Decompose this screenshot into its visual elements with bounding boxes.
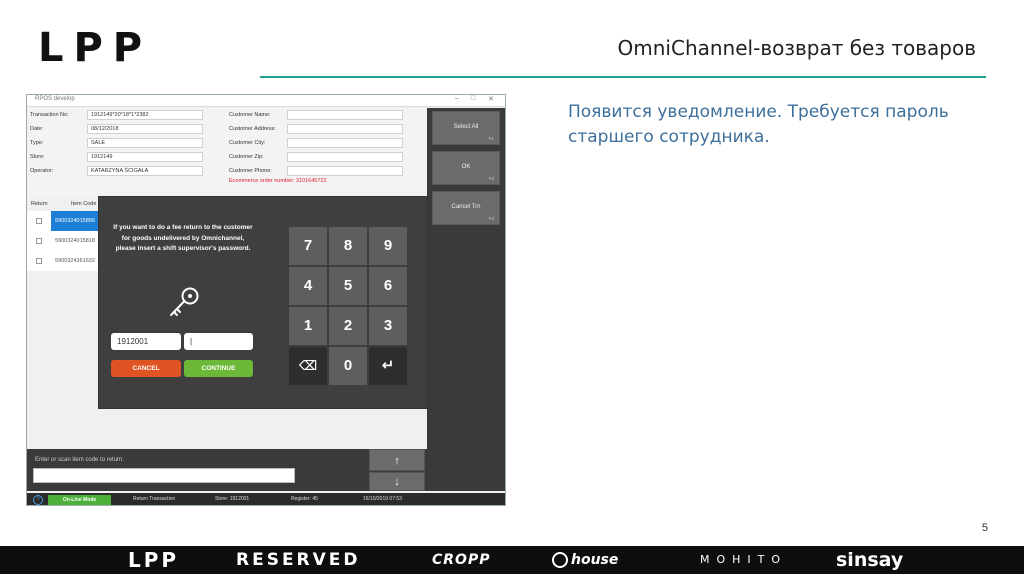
customer-address-field[interactable]: [287, 124, 403, 134]
enter-key[interactable]: ↵: [369, 347, 407, 385]
brand-footer: LPP RESERVED CROPP house MOHITO sinsay: [0, 546, 1024, 574]
customer-address-label: Customer Address:: [229, 126, 276, 132]
cancel-trn-button[interactable]: Cancel Trn F3: [432, 191, 500, 225]
supervisor-password-dialog: If you want to do a fee return to the cu…: [98, 196, 428, 409]
operator-label: Operator:: [30, 168, 54, 174]
brand-house-label: house: [571, 552, 619, 568]
status-bar: ? On-Line Mode Return Transaction Store:…: [27, 493, 505, 505]
brand-house: house: [552, 546, 618, 574]
transaction-no-label: Transaction No:: [30, 112, 69, 118]
transaction-no-field[interactable]: 1912149*20*18*1*2382: [87, 110, 203, 120]
maximize-icon[interactable]: □: [467, 95, 479, 102]
customer-phone-label: Customer Phone:: [229, 168, 272, 174]
slide-number: 5: [981, 522, 988, 534]
select-all-button[interactable]: Select All F1: [432, 111, 500, 145]
operator-field[interactable]: KATARZYNA ŚCIGAŁA: [87, 166, 203, 176]
minimize-icon[interactable]: –: [451, 95, 463, 102]
backspace-key[interactable]: ⌫: [289, 347, 327, 385]
return-checkbox[interactable]: [36, 218, 42, 224]
slide-title: OmniChannel-возврат без товаров: [617, 36, 976, 60]
close-icon[interactable]: ✕: [485, 95, 497, 103]
brand-cropp: CROPP: [432, 552, 491, 568]
brand-sinsay: sinsay: [836, 549, 904, 571]
key-7[interactable]: 7: [289, 227, 327, 265]
item-code: 5900324361632: [55, 258, 95, 264]
window-titlebar: RPOS develop – □ ✕: [27, 95, 505, 107]
select-all-key: F1: [488, 136, 494, 141]
customer-zip-label: Customer Zip:: [229, 154, 264, 160]
scan-input[interactable]: [33, 468, 295, 483]
brand-reserved: RESERVED: [236, 550, 361, 570]
customer-zip-field[interactable]: [287, 152, 403, 162]
item-code: 5900324015818: [55, 238, 95, 244]
return-column-header: Return: [31, 201, 48, 207]
item-code-column-header: Item Code: [71, 201, 97, 207]
date-label: Date:: [30, 126, 44, 132]
transaction-type-status: Return Transaction: [133, 496, 176, 502]
password-input[interactable]: |: [184, 333, 253, 350]
key-1[interactable]: 1: [289, 307, 327, 345]
ok-button[interactable]: OK F2: [432, 151, 500, 185]
key-6[interactable]: 6: [369, 267, 407, 305]
side-panel: Select All F1 OK F2 Cancel Trn F3: [427, 108, 505, 454]
date-field[interactable]: 08/12/2018: [87, 124, 203, 134]
ok-label: OK: [461, 164, 471, 170]
customer-city-label: Customer City:: [229, 140, 266, 146]
brand-lpp: LPP: [128, 548, 180, 572]
key-4[interactable]: 4: [289, 267, 327, 305]
register-status: Register: 45: [291, 496, 318, 502]
store-status: Store: 1912001: [215, 496, 250, 502]
store-label: Store:: [30, 154, 45, 160]
key-8[interactable]: 8: [329, 227, 367, 265]
scan-panel: Enter or scan item code to return. ↑ ↓: [27, 449, 505, 491]
datetime-status: 16/10/2019 07:53: [363, 496, 402, 502]
cancel-button[interactable]: CANCEL: [111, 360, 181, 377]
store-field[interactable]: 1912149: [87, 152, 203, 162]
return-checkbox[interactable]: [36, 238, 42, 244]
customer-name-label: Customer Name:: [229, 112, 271, 118]
transaction-form: Transaction No: 1912149*20*18*1*2382 Dat…: [27, 108, 426, 197]
help-icon[interactable]: ?: [33, 495, 43, 505]
continue-button[interactable]: CONTINUE: [184, 360, 253, 377]
customer-phone-field[interactable]: [287, 166, 403, 176]
house-logo-icon: [552, 552, 568, 568]
ok-key: F2: [488, 176, 494, 181]
return-checkbox[interactable]: [36, 258, 42, 264]
dialog-message: If you want to do a fee return to the cu…: [113, 224, 253, 252]
numeric-keypad: 7 8 9 4 5 6 1 2 3 ⌫ 0 ↵: [289, 227, 409, 387]
type-field[interactable]: SALE: [87, 138, 203, 148]
key-3[interactable]: 3: [369, 307, 407, 345]
scroll-down-button[interactable]: ↓: [369, 472, 425, 491]
key-0[interactable]: 0: [329, 347, 367, 385]
ecommerce-order-number: Ecommerce order number: 3101645722: [229, 178, 327, 184]
online-mode-badge: On-Line Mode: [48, 495, 111, 505]
key-9[interactable]: 9: [369, 227, 407, 265]
scan-hint: Enter or scan item code to return.: [35, 457, 125, 463]
key-5[interactable]: 5: [329, 267, 367, 305]
cancel-trn-label: Cancel Trn: [451, 204, 481, 210]
select-all-label: Select All: [453, 124, 479, 130]
customer-name-field[interactable]: [287, 110, 403, 120]
user-id-input[interactable]: 1912001: [111, 333, 181, 350]
item-code: 5900324015856: [51, 211, 99, 231]
scroll-up-button[interactable]: ↑: [369, 449, 425, 471]
window-title: RPOS develop: [35, 96, 75, 102]
cancel-trn-key: F3: [488, 216, 494, 221]
brand-mohito: MOHITO: [700, 553, 788, 566]
key-2[interactable]: 2: [329, 307, 367, 345]
key-icon: [170, 287, 199, 316]
type-label: Type:: [30, 140, 44, 146]
lpp-logo: LPP: [38, 25, 153, 71]
title-divider: [260, 76, 986, 78]
slide-note: Появится уведомление. Требуется пароль с…: [568, 102, 949, 147]
customer-city-field[interactable]: [287, 138, 403, 148]
